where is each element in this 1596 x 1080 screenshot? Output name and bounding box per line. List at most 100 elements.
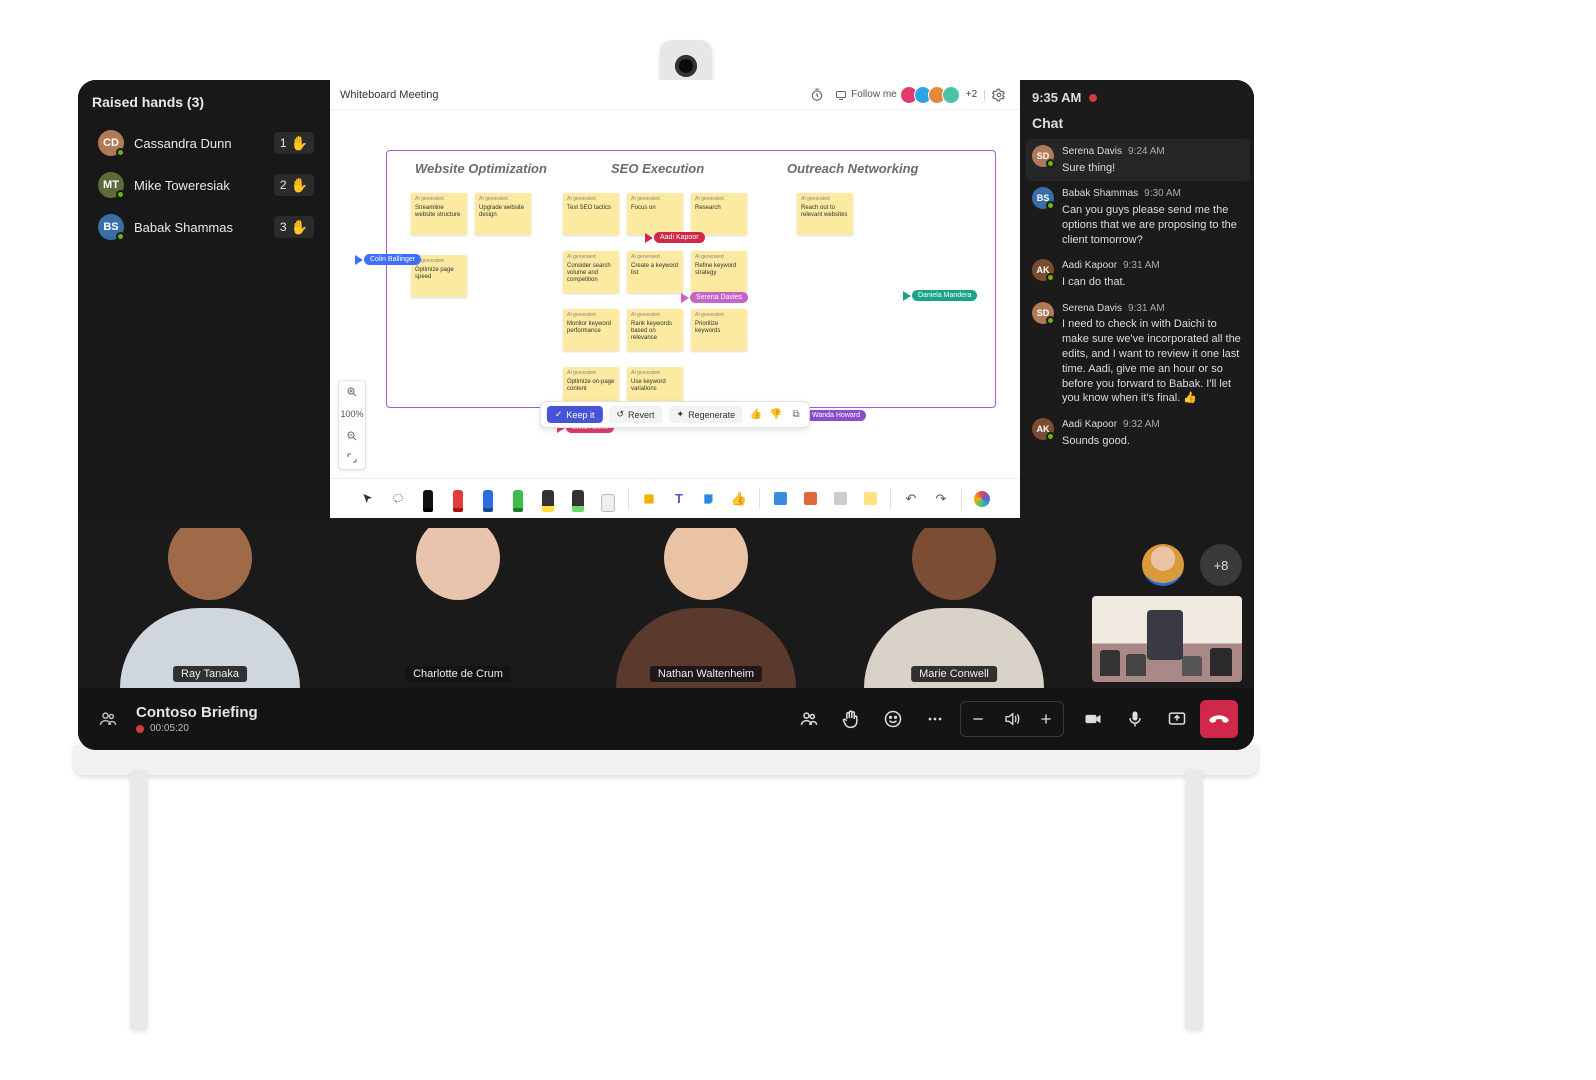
whiteboard-canvas[interactable]: Website Optimization SEO Execution Outre… bbox=[330, 110, 1020, 478]
chat-list[interactable]: SD Serena Davis9:24 AM Sure thing! BS Ba… bbox=[1020, 139, 1254, 518]
participant-tile[interactable]: Charlotte de Crum bbox=[338, 528, 578, 688]
raised-hand-name: Cassandra Dunn bbox=[134, 136, 264, 151]
fit-icon[interactable] bbox=[339, 447, 365, 469]
chat-message[interactable]: BS Babak Shammas9:30 AM Can you guys ple… bbox=[1026, 181, 1250, 253]
whiteboard-avatar-overflow[interactable]: +2 bbox=[966, 89, 977, 100]
share-button[interactable] bbox=[1158, 700, 1196, 738]
chat-author: Serena Davis bbox=[1062, 303, 1122, 314]
eraser-tool[interactable] bbox=[598, 486, 618, 512]
reaction-tool[interactable]: 👍 bbox=[729, 489, 749, 509]
raise-hand-button[interactable] bbox=[832, 700, 870, 738]
camera-button[interactable] bbox=[1074, 700, 1112, 738]
volume-up-button[interactable] bbox=[1029, 702, 1063, 736]
whiteboard-participant-avatars[interactable] bbox=[904, 86, 960, 104]
pen-red[interactable] bbox=[448, 486, 468, 512]
recording-dot-icon bbox=[136, 725, 144, 733]
participant-video bbox=[90, 528, 330, 688]
sticky-note[interactable]: AI generatedMonitor keyword performance bbox=[563, 309, 619, 351]
highlighter-yellow[interactable] bbox=[538, 486, 558, 512]
participant-avatar[interactable] bbox=[942, 86, 960, 104]
undo-button[interactable]: ↶ bbox=[901, 489, 921, 509]
meeting-elapsed: 00:05:20 bbox=[150, 723, 189, 734]
raised-hand-item[interactable]: MT Mike Toweresiak 2✋ bbox=[92, 164, 320, 206]
sticky-note[interactable]: AI generatedRefine keyword strategy bbox=[691, 251, 747, 293]
pointer-tool[interactable] bbox=[358, 489, 378, 509]
roster-icon[interactable] bbox=[94, 705, 122, 733]
lasso-tool[interactable] bbox=[388, 489, 408, 509]
text-tool[interactable]: T bbox=[669, 489, 689, 509]
sticky-note[interactable]: AI generatedConsider search volume and c… bbox=[563, 251, 619, 293]
people-button[interactable] bbox=[790, 700, 828, 738]
shapes-tool[interactable] bbox=[639, 489, 659, 509]
chat-message[interactable]: AK Aadi Kapoor9:31 AM I can do that. bbox=[1026, 253, 1250, 295]
chat-message[interactable]: SD Serena Davis9:24 AM Sure thing! bbox=[1026, 139, 1250, 181]
chat-time: 9:32 AM bbox=[1123, 419, 1160, 430]
keep-button[interactable]: ✓ Keep it bbox=[547, 406, 603, 423]
raised-hand-item[interactable]: CD Cassandra Dunn 1✋ bbox=[92, 122, 320, 164]
sticky-note[interactable]: AI generatedRank keywords based on relev… bbox=[627, 309, 683, 351]
chat-message[interactable]: SD Serena Davis9:31 AM I need to check i… bbox=[1026, 296, 1250, 413]
template-sticky[interactable] bbox=[860, 489, 880, 509]
volume-down-button[interactable] bbox=[961, 702, 995, 736]
raised-hand-item[interactable]: BS Babak Shammas 3✋ bbox=[92, 206, 320, 248]
redo-button[interactable]: ↷ bbox=[931, 489, 951, 509]
avatar: BS bbox=[1032, 187, 1054, 209]
avatar: AK bbox=[1032, 259, 1054, 281]
more-button[interactable] bbox=[916, 700, 954, 738]
chat-author: Babak Shammas bbox=[1062, 188, 1138, 199]
sticky-note[interactable]: AI generatedStreamline website structure bbox=[411, 193, 467, 235]
participant-tile[interactable]: Nathan Waltenheim bbox=[586, 528, 826, 688]
participant-name: Ray Tanaka bbox=[173, 666, 247, 682]
chat-time: 9:31 AM bbox=[1128, 303, 1165, 314]
participant-tile[interactable]: Marie Conwell bbox=[834, 528, 1074, 688]
participant-tile[interactable]: Ray Tanaka bbox=[90, 528, 330, 688]
avatar: MT bbox=[98, 172, 124, 198]
wb-col-title-2: SEO Execution bbox=[611, 161, 704, 176]
thumbs-up-icon[interactable]: 👍 bbox=[749, 408, 763, 422]
sticky-note[interactable]: AI generatedUpgrade website design bbox=[475, 193, 531, 235]
settings-icon[interactable] bbox=[988, 84, 1010, 106]
content-room-thumbnail[interactable] bbox=[1092, 596, 1242, 682]
copilot-icon[interactable] bbox=[972, 489, 992, 509]
react-button[interactable] bbox=[874, 700, 912, 738]
sticky-note[interactable]: AI generatedTest SEO tactics bbox=[563, 193, 619, 235]
follow-me-button[interactable]: Follow me bbox=[828, 86, 904, 104]
template-gray[interactable] bbox=[830, 489, 850, 509]
highlighter-green[interactable] bbox=[568, 486, 588, 512]
raised-hand-icon: ✋ bbox=[291, 219, 308, 236]
raised-hand-icon: ✋ bbox=[291, 135, 308, 152]
template-red[interactable] bbox=[800, 489, 820, 509]
zoom-level: 100% bbox=[339, 403, 365, 425]
sticky-note[interactable]: AI generatedReach out to relevant websit… bbox=[797, 193, 853, 235]
revert-button[interactable]: ↺ Revert bbox=[608, 406, 662, 423]
zoom-in-icon[interactable] bbox=[339, 381, 365, 403]
speaker-button[interactable] bbox=[995, 702, 1029, 736]
participant-name: Charlotte de Crum bbox=[405, 666, 511, 682]
sticky-note[interactable]: AI generatedResearch bbox=[691, 193, 747, 235]
zoom-out-icon[interactable] bbox=[339, 425, 365, 447]
pen-green[interactable] bbox=[508, 486, 528, 512]
chat-message[interactable]: AK Aadi Kapoor9:32 AM Sounds good. bbox=[1026, 412, 1250, 454]
meeting-screen: Raised hands (3) CD Cassandra Dunn 1✋ MT… bbox=[78, 80, 1254, 750]
thumbs-down-icon[interactable]: 👎 bbox=[769, 408, 783, 422]
avatar: SD bbox=[1032, 145, 1054, 167]
participants-overflow[interactable]: +8 bbox=[1200, 544, 1242, 586]
pen-blue[interactable] bbox=[478, 486, 498, 512]
sticky-note[interactable]: AI generatedCreate a keyword list bbox=[627, 251, 683, 293]
template-blue[interactable] bbox=[770, 489, 790, 509]
mic-button[interactable] bbox=[1116, 700, 1154, 738]
volume-group bbox=[960, 701, 1064, 737]
timer-icon[interactable] bbox=[806, 84, 828, 106]
regenerate-button[interactable]: ✦ Regenerate bbox=[669, 406, 744, 423]
sticky-note[interactable]: AI generatedFocus on bbox=[627, 193, 683, 235]
avatar: BS bbox=[98, 214, 124, 240]
raised-hand-icon: ✋ bbox=[291, 177, 308, 194]
copy-icon[interactable]: ⧉ bbox=[789, 408, 803, 422]
self-avatar[interactable] bbox=[1142, 544, 1184, 586]
sticky-note-tool[interactable] bbox=[699, 489, 719, 509]
zoom-controls[interactable]: 100% bbox=[338, 380, 366, 470]
pen-black[interactable] bbox=[418, 486, 438, 512]
sticky-note[interactable]: AI generatedPrioritize keywords bbox=[691, 309, 747, 351]
chat-time: 9:30 AM bbox=[1144, 188, 1181, 199]
hang-up-button[interactable] bbox=[1200, 700, 1238, 738]
